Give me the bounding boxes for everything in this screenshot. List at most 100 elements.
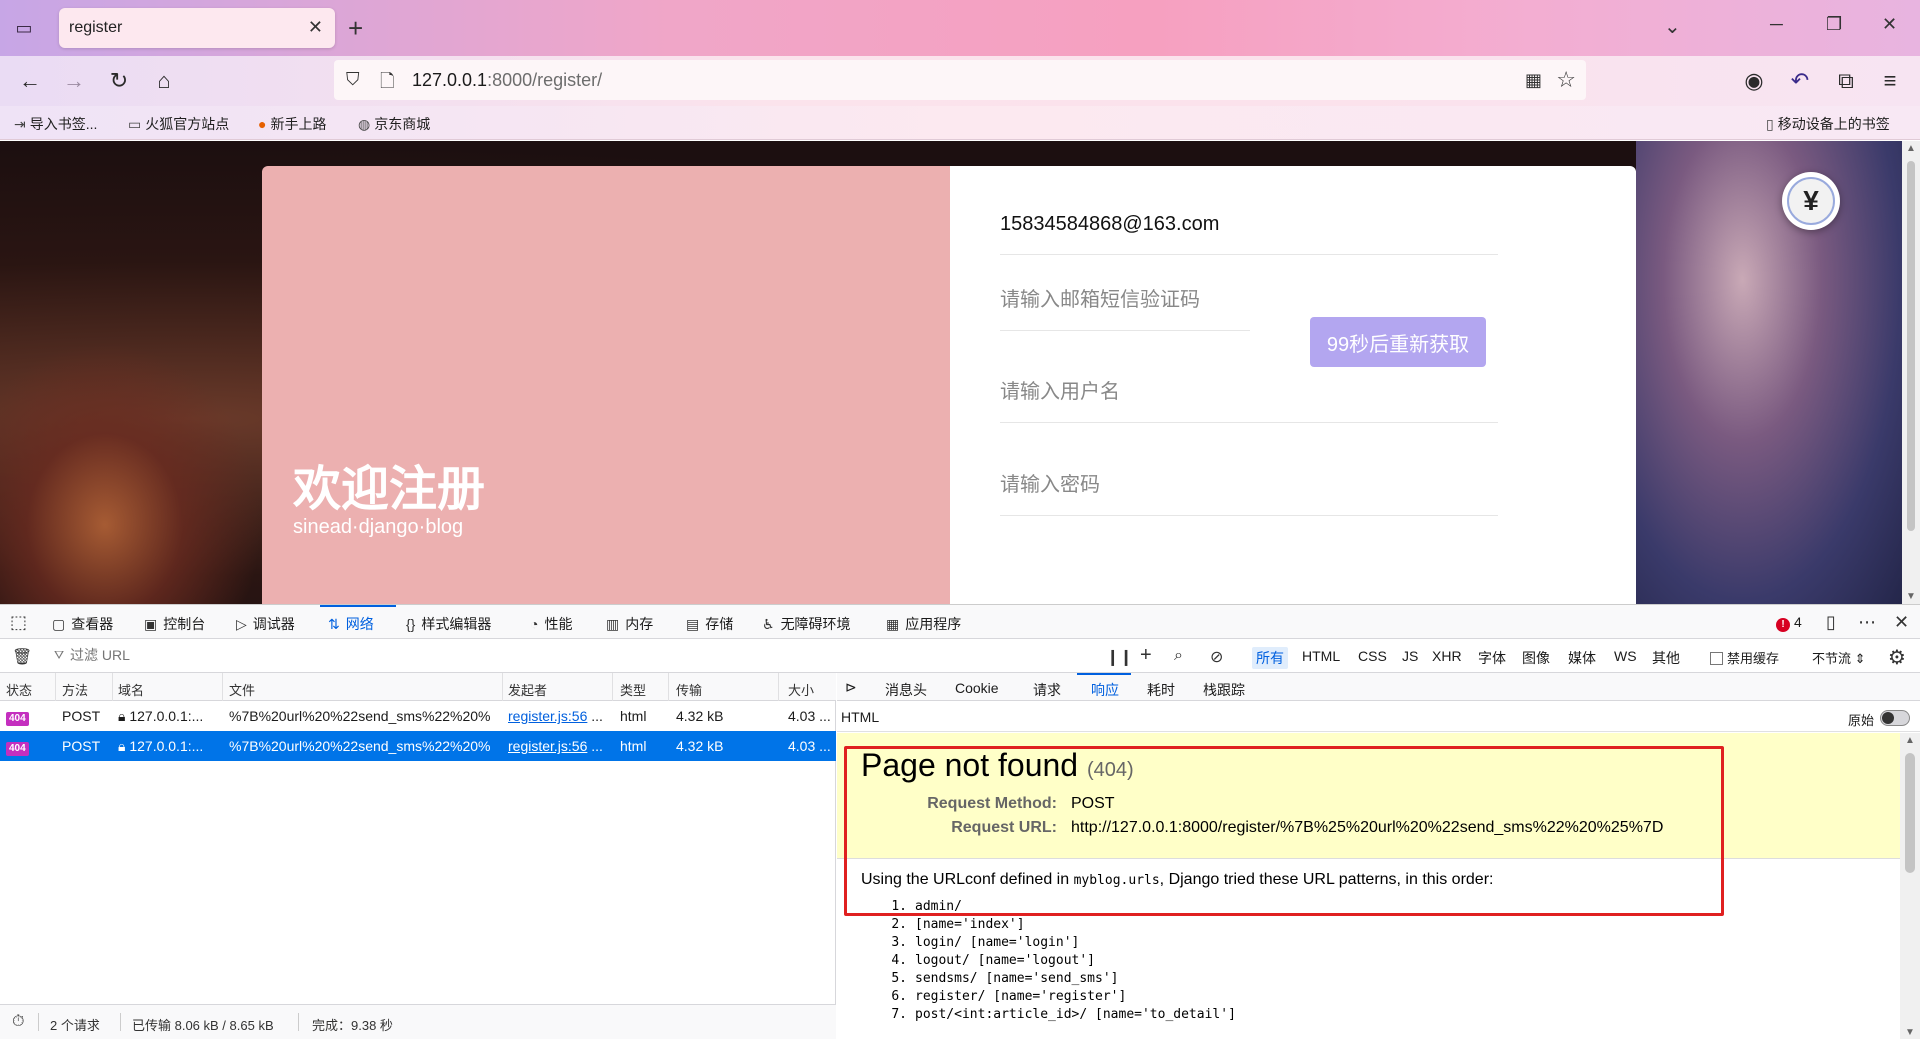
new-tab-button[interactable]: + [348, 13, 363, 43]
pause-icon[interactable]: ❙❙ [1106, 647, 1133, 667]
request-method: POST [62, 738, 101, 754]
tab-network[interactable]: ⇅ 网络 [328, 614, 374, 634]
bookmark-firefox-sites[interactable]: ▭ 火狐官方站点 [128, 114, 229, 134]
filter-fonts[interactable]: 字体 [1478, 648, 1506, 668]
scroll-up-icon[interactable]: ▲ [1906, 143, 1916, 154]
filter-media[interactable]: 媒体 [1568, 648, 1596, 668]
forward-icon[interactable]: → [60, 67, 88, 95]
tab-request[interactable]: 请求 [1033, 680, 1061, 700]
disable-cache-checkbox[interactable]: 禁用缓存 [1710, 648, 1779, 667]
username-input[interactable] [1000, 381, 1498, 404]
filter-js[interactable]: JS [1402, 648, 1418, 664]
bookmark-getting-started[interactable]: ● 新手上路 [258, 114, 326, 134]
resend-code-button[interactable]: 99秒后重新获取 [1310, 317, 1486, 367]
menu-icon[interactable]: ≡ [1876, 67, 1904, 95]
tab-response[interactable]: 响应 [1091, 680, 1119, 700]
block-icon[interactable]: ⊘ [1210, 647, 1223, 667]
undo-icon[interactable]: ↶ [1786, 67, 1814, 95]
table-row[interactable]: 404 POST 🔒︎ 127.0.0.1:... %7B%20url%20%2… [0, 701, 836, 731]
element-picker-icon[interactable]: ⬚ [10, 612, 27, 633]
request-initiator[interactable]: register.js:56 ... [508, 738, 610, 754]
tab-close-icon[interactable]: ✕ [308, 17, 323, 38]
close-devtools-icon[interactable]: ✕ [1894, 612, 1909, 633]
response-scrollbar[interactable]: ▲ ▼ [1900, 733, 1920, 1039]
scroll-down-icon[interactable]: ▼ [1906, 591, 1916, 602]
page-scrollbar[interactable]: ▲ ▼ [1902, 141, 1920, 604]
email-field[interactable] [1000, 203, 1498, 255]
gear-icon[interactable]: ⚙ [1888, 645, 1906, 670]
table-row[interactable]: 404 POST 🔒︎ 127.0.0.1:... %7B%20url%20%2… [0, 731, 836, 761]
col-file[interactable]: 文件 [229, 680, 255, 699]
bookmark-mobile[interactable]: ▯ 移动设备上的书签 [1766, 114, 1890, 134]
tab-stack-trace[interactable]: 栈跟踪 [1203, 680, 1245, 700]
throttle-select[interactable]: 不节流 ⇕ [1812, 648, 1866, 667]
sidebar-toggle-icon[interactable]: ⊳ [845, 679, 857, 696]
tab-console[interactable]: ▣ 控制台 [144, 614, 205, 634]
star-icon[interactable]: ☆ [1556, 67, 1576, 93]
col-domain[interactable]: 域名 [118, 680, 144, 699]
tab-performance[interactable]: ◔ 性能 [530, 614, 572, 634]
reload-icon[interactable]: ↻ [105, 67, 133, 95]
tab-storage[interactable]: ▤ 存储 [686, 614, 733, 634]
scrollbar-thumb[interactable] [1907, 161, 1915, 531]
email-input[interactable] [1000, 213, 1498, 236]
filter-images[interactable]: 图像 [1522, 648, 1550, 668]
tab-list-icon[interactable]: ▭ [12, 16, 36, 40]
minimize-icon[interactable]: ─ [1770, 14, 1783, 35]
request-initiator[interactable]: register.js:56 ... [508, 708, 610, 724]
scrollbar-thumb[interactable] [1905, 753, 1915, 873]
chevron-down-icon[interactable]: ⌄ [1664, 14, 1681, 39]
stopwatch-icon[interactable]: ⏱ [12, 1013, 24, 1031]
password-input[interactable] [1000, 474, 1498, 497]
filter-html[interactable]: HTML [1302, 648, 1340, 664]
address-bar[interactable]: ⛉ 🗋 127.0.0.1:8000/register/ ▦ ☆ [334, 60, 1586, 100]
verification-code-field[interactable] [1000, 279, 1250, 331]
col-type[interactable]: 类型 [620, 680, 646, 699]
tab-style-editor[interactable]: {} 样式编辑器 [406, 614, 491, 634]
close-icon[interactable]: ✕ [1882, 14, 1897, 35]
error-count-badge[interactable]: ! 4 [1776, 614, 1802, 632]
tab-inspector[interactable]: ▢ 查看器 [52, 614, 113, 634]
bookmark-jd[interactable]: ◍ 京东商城 [358, 114, 430, 134]
filter-all[interactable]: 所有 [1252, 647, 1288, 669]
scroll-down-icon[interactable]: ▼ [1905, 1027, 1915, 1038]
dock-icon[interactable]: ▯ [1826, 612, 1836, 633]
col-method[interactable]: 方法 [62, 680, 88, 699]
scroll-up-icon[interactable]: ▲ [1905, 735, 1915, 746]
raw-toggle[interactable] [1880, 710, 1910, 726]
extensions-icon[interactable]: ⧉ [1832, 67, 1860, 95]
search-icon[interactable]: ⌕ [1174, 647, 1183, 665]
home-icon[interactable]: ⌂ [150, 67, 178, 95]
shield-icon[interactable]: ⛉ [346, 69, 360, 90]
trash-icon[interactable]: 🗑 [12, 647, 32, 667]
qr-code-icon[interactable]: ▦ [1525, 70, 1542, 91]
tab-headers[interactable]: 消息头 [885, 680, 927, 700]
url-text[interactable]: 127.0.0.1:8000/register/ [412, 70, 602, 91]
bookmark-import[interactable]: ⇥ 导入书签... [14, 114, 97, 134]
filter-css[interactable]: CSS [1358, 648, 1387, 664]
tab-application[interactable]: ▦ 应用程序 [886, 614, 961, 634]
plus-icon[interactable]: + [1140, 644, 1152, 667]
col-initiator[interactable]: 发起者 [508, 680, 547, 699]
tab-timings[interactable]: 耗时 [1147, 680, 1175, 700]
col-status[interactable]: 状态 [6, 680, 32, 699]
back-icon[interactable]: ← [16, 67, 44, 95]
tab-register[interactable]: register ✕ [59, 8, 335, 48]
more-options-icon[interactable]: ⋯ [1858, 612, 1876, 633]
tab-accessibility[interactable]: ♿ 无障碍环境 [762, 614, 851, 634]
tab-memory[interactable]: ▥ 内存 [606, 614, 653, 634]
account-icon[interactable]: ◉ [1740, 67, 1768, 95]
filter-other[interactable]: 其他 [1652, 648, 1680, 668]
col-transferred[interactable]: 传输 [676, 680, 702, 699]
filter-url-input[interactable] [70, 647, 1100, 663]
verification-code-input[interactable] [1000, 289, 1250, 312]
username-field[interactable] [1000, 371, 1498, 423]
floating-logo-button[interactable]: ¥ [1782, 172, 1840, 230]
tab-debugger[interactable]: ▷ 调试器 [236, 614, 295, 634]
restore-icon[interactable]: ❐ [1826, 14, 1842, 35]
filter-xhr[interactable]: XHR [1432, 648, 1462, 664]
filter-ws[interactable]: WS [1614, 648, 1637, 664]
tab-cookies[interactable]: Cookie [955, 680, 999, 696]
password-field[interactable] [1000, 464, 1498, 516]
col-size[interactable]: 大小 [788, 680, 814, 699]
